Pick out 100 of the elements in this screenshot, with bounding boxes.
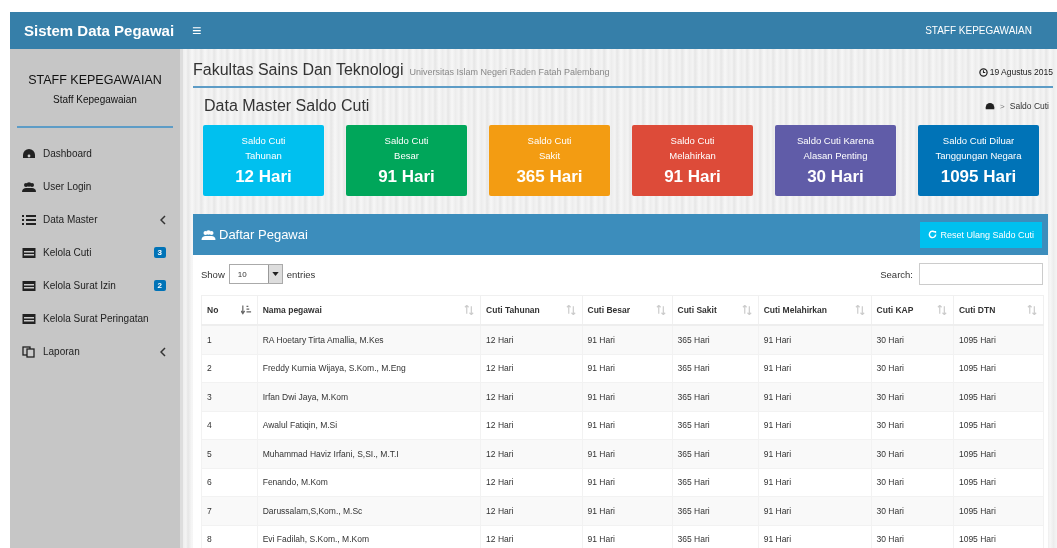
stat-tile: Saldo Cuti Melahirkan 91 Hari [632, 125, 753, 196]
count-badge: 3 [153, 247, 166, 258]
panel-title: Daftar Pegawai [219, 227, 308, 242]
sidebar-item-label: Dashboard [43, 148, 93, 159]
sidebar-item[interactable]: Dashboard [10, 137, 180, 170]
current-date: 19 Agustus 2015 [989, 67, 1053, 77]
sidebar-item[interactable]: Laporan [10, 335, 180, 368]
table-cell: 7 [201, 496, 258, 525]
table-cell: Fenando, M.Kom [257, 468, 481, 497]
table-cell: 1095 Hari [953, 325, 1044, 354]
table-cell: Darussalam,S,Kom., M.Sc [257, 496, 481, 525]
table-cell: 365 Hari [672, 439, 759, 468]
table-cell: 30 Hari [871, 439, 954, 468]
table-cell: 1 [201, 325, 258, 354]
university-subtitle: Universitas Islam Negeri Raden Fatah Palembang [409, 67, 610, 77]
sidebar-item[interactable]: Data Master [10, 203, 180, 236]
table-cell: 12 Hari [480, 354, 582, 383]
table-cell: 91 Hari [758, 382, 872, 411]
table-cell: 91 Hari [582, 439, 672, 468]
user-role: Staff Kepegawaian [52, 94, 138, 105]
table-cell: 365 Hari [672, 382, 759, 411]
table-cell: 365 Hari [672, 411, 759, 440]
table-cell: 1095 Hari [953, 382, 1044, 411]
table-cell: 12 Hari [480, 439, 582, 468]
clock-icon [978, 68, 988, 77]
table-cell: 91 Hari [582, 382, 672, 411]
table-cell: Muhammad Haviz Irfani, S,SI., M.T.I [257, 439, 481, 468]
breadcrumb-separator: > [1000, 101, 1005, 111]
sidebar-item-label: Kelola Surat Peringatan [43, 313, 150, 324]
table-cell: Awalul Fatiqin, M.Si [257, 411, 481, 440]
dashboard-icon [22, 147, 36, 160]
table-cell: 8 [201, 525, 258, 548]
sidebar-item-label: Laporan [43, 346, 81, 357]
users-icon [201, 228, 216, 241]
entries-select[interactable]: 10 [228, 264, 283, 284]
sidebar-item[interactable]: Kelola Cuti 3 [10, 236, 180, 269]
table-cell: 30 Hari [871, 468, 954, 497]
sidebar-item-label: Data Master [43, 214, 99, 225]
sidebar-item[interactable]: Kelola Surat Izin 2 [10, 269, 180, 302]
dashboard-icon[interactable] [985, 101, 996, 111]
table-cell: 91 Hari [758, 468, 872, 497]
stat-tile: Saldo Cuti Sakit 365 Hari [489, 125, 610, 196]
table-cell: 5 [201, 439, 258, 468]
breadcrumb-current: Saldo Cuti [1009, 101, 1049, 111]
search-label: Search: [880, 268, 913, 280]
table-cell: 1095 Hari [953, 496, 1044, 525]
copy-icon [22, 345, 36, 358]
table-cell: 30 Hari [871, 496, 954, 525]
table-cell: 91 Hari [758, 354, 872, 383]
entries-label: entries [286, 268, 316, 280]
table-cell: 365 Hari [672, 325, 759, 354]
menu-toggle[interactable]: ≡ [182, 21, 212, 40]
table-cell: 1095 Hari [953, 354, 1044, 383]
sidebar-item[interactable]: Kelola Surat Peringatan [10, 302, 180, 335]
user-menu[interactable]: STAFF KEPEGAWAIAN [919, 24, 1038, 37]
table-cell: 4 [201, 411, 258, 440]
count-badge: 2 [153, 280, 166, 291]
table-cell: 30 Hari [871, 354, 954, 383]
table-cell: 6 [201, 468, 258, 497]
table-cell: 365 Hari [672, 496, 759, 525]
table-cell: 1095 Hari [953, 468, 1044, 497]
stat-tile: Saldo Cuti Besar 91 Hari [346, 125, 467, 196]
table-cell: 91 Hari [582, 325, 672, 354]
sidebar-item[interactable]: User Login [10, 170, 180, 203]
table-cell: RA Hoetary Tirta Amallia, M.Kes [257, 325, 481, 354]
table-cell: 30 Hari [871, 325, 954, 354]
table-cell: 91 Hari [758, 439, 872, 468]
table-cell: 91 Hari [582, 411, 672, 440]
table-cell: 1095 Hari [953, 439, 1044, 468]
table-cell: Irfan Dwi Jaya, M.Kom [257, 382, 481, 411]
refresh-icon [928, 230, 938, 239]
table-cell: 30 Hari [871, 382, 954, 411]
table-cell: 91 Hari [758, 496, 872, 525]
faculty-title: Fakultas Sains Dan Teknologi [193, 60, 404, 79]
list-icon [22, 213, 36, 226]
stat-tile: Saldo Cuti Diluar Tanggungan Negara 1095 Hari [918, 125, 1039, 196]
sidebar-item-label: Kelola Cuti [43, 247, 93, 258]
table-cell: 12 Hari [480, 468, 582, 497]
table-cell: 30 Hari [871, 411, 954, 440]
table-cell: 12 Hari [480, 325, 582, 354]
table-cell: 12 Hari [480, 382, 582, 411]
sort-icon[interactable] [240, 305, 252, 315]
table-cell: 12 Hari [480, 496, 582, 525]
user-name: STAFF KEPEGAWAIAN [27, 73, 163, 87]
table-cell: 1095 Hari [953, 411, 1044, 440]
table-cell: 2 [201, 354, 258, 383]
table-cell: 3 [201, 382, 258, 411]
stat-tile: Saldo Cuti Tahunan 12 Hari [203, 125, 324, 196]
table-cell: 12 Hari [480, 411, 582, 440]
caret-down-icon [271, 272, 279, 276]
page-title: Data Master Saldo Cuti [204, 97, 370, 115]
table-icon [22, 279, 36, 292]
show-label: Show [201, 268, 225, 280]
table-cell: 365 Hari [672, 468, 759, 497]
brand-title[interactable]: Sistem Data Pegawai [10, 22, 182, 39]
stat-tile: Saldo Cuti Karena Alasan Penting 30 Hari [775, 125, 896, 196]
sidebar-item-label: User Login [43, 181, 93, 192]
table-cell: 91 Hari [582, 468, 672, 497]
table-icon [22, 246, 36, 259]
search-field[interactable] [919, 263, 1043, 285]
